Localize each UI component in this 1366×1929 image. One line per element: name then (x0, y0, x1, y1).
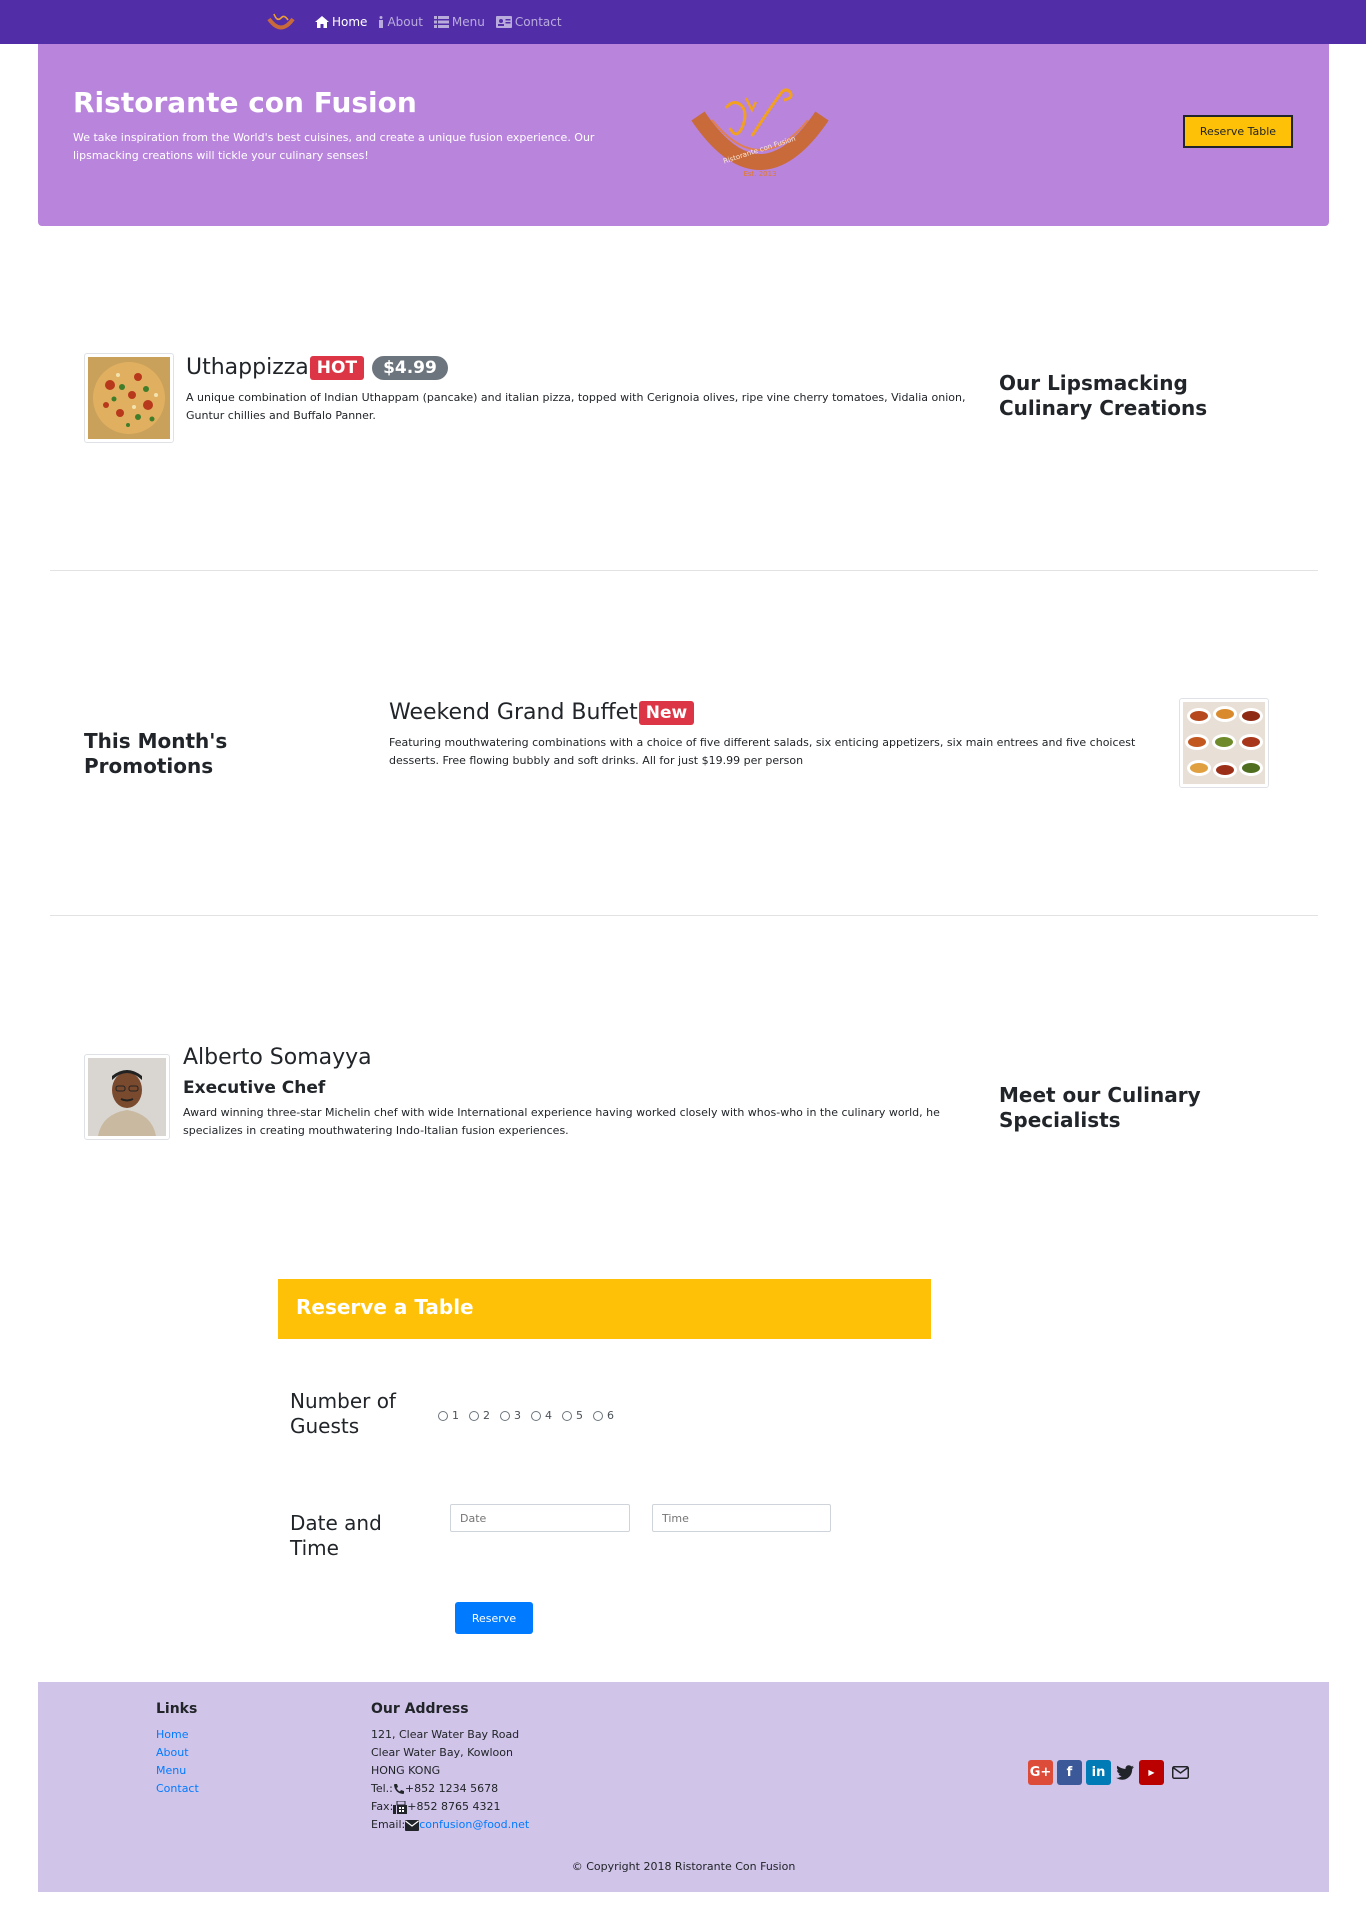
linkedin-icon[interactable]: in (1086, 1760, 1111, 1785)
facebook-icon[interactable]: f (1057, 1760, 1082, 1785)
info-icon (379, 16, 384, 28)
tel-label: Tel.: (371, 1782, 393, 1795)
footer-link-menu[interactable]: Menu (156, 1762, 199, 1780)
radio-circle-icon[interactable] (531, 1410, 541, 1421)
restaurant-logo: Ristorante con Fusion Est. 2013 (691, 88, 829, 178)
dish-title: Uthappizza HOT $4.99 (186, 355, 448, 380)
footer: Links Home About Menu Contact Our Addres… (38, 1682, 1329, 1892)
address-card-icon (495, 16, 512, 28)
buffet-image (1179, 698, 1269, 788)
email-label: Email: (371, 1818, 406, 1831)
dish-side-heading: Our Lipsmacking Culinary Creations (999, 371, 1208, 420)
guest-option-3: 3 (514, 1409, 521, 1422)
divider (50, 570, 1318, 571)
footer-link-contact[interactable]: Contact (156, 1780, 199, 1798)
tel-number: +852 1234 5678 (404, 1782, 499, 1795)
social-icons: G+ f in ▶ (1028, 1760, 1197, 1785)
leader-designation: Executive Chef (183, 1078, 326, 1098)
footer-links-heading: Links (156, 1701, 198, 1717)
guest-option-6: 6 (607, 1409, 614, 1422)
logo-icon[interactable] (266, 10, 296, 34)
guest-radio-5[interactable]: 5 (562, 1409, 583, 1422)
guest-radio-1[interactable]: 1 (438, 1409, 459, 1422)
leader-side-heading: Meet our Culinary Specialists (999, 1083, 1201, 1132)
address-line-3: HONG KONG (371, 1764, 441, 1777)
hot-badge: HOT (309, 355, 365, 380)
dish-description: A unique combination of Indian Uthappam … (186, 391, 966, 422)
nav-contact-label: Contact (514, 15, 562, 29)
promotion-side-heading: This Month's Promotions (84, 729, 228, 778)
nav-contact[interactable]: Contact (495, 15, 562, 29)
logo-est: Est. 2013 (743, 170, 776, 178)
fax-number: +852 8765 4321 (407, 1800, 501, 1813)
youtube-icon[interactable]: ▶ (1139, 1760, 1164, 1785)
footer-links: Home About Menu Contact (156, 1726, 199, 1798)
radio-circle-icon[interactable] (438, 1410, 448, 1421)
leader-description: Award winning three-star Michelin chef w… (183, 1106, 940, 1137)
chef-photo (84, 1054, 170, 1140)
footer-link-home[interactable]: Home (156, 1726, 199, 1744)
guest-radio-4[interactable]: 4 (531, 1409, 552, 1422)
guest-radio-2[interactable]: 2 (469, 1409, 490, 1422)
address-line-2: Clear Water Bay, Kowloon (371, 1746, 513, 1759)
copyright: © Copyright 2018 Ristorante Con Fusion (571, 1860, 796, 1873)
guest-option-5: 5 (576, 1409, 583, 1422)
leader-name: Alberto Somayya (183, 1045, 372, 1070)
leader-title: Alberto Somayya (183, 1045, 372, 1070)
new-badge: New (638, 700, 695, 725)
fax-icon (393, 1800, 408, 1814)
guests-label: Number of Guests (290, 1389, 396, 1438)
promotion-description: Featuring mouthwatering combinations wit… (389, 736, 1136, 767)
date-input[interactable] (450, 1504, 630, 1532)
phone-icon (393, 1784, 404, 1794)
footer-address: 121, Clear Water Bay Road Clear Water Ba… (371, 1726, 529, 1834)
radio-circle-icon[interactable] (562, 1410, 572, 1421)
promotion-name: Weekend Grand Buffet (389, 700, 638, 725)
guest-radio-3[interactable]: 3 (500, 1409, 521, 1422)
page-title: Ristorante con Fusion (73, 86, 417, 119)
guest-radio-6[interactable]: 6 (593, 1409, 614, 1422)
footer-link-about[interactable]: About (156, 1744, 199, 1762)
tel-row: Tel.: +852 1234 5678 (371, 1780, 529, 1798)
nav-home-label: Home (332, 15, 368, 29)
nav-about-label: About (387, 15, 423, 29)
address-line-1: 121, Clear Water Bay Road (371, 1728, 520, 1741)
google-plus-icon[interactable]: G+ (1028, 1760, 1053, 1785)
divider (50, 915, 1318, 916)
footer-address-heading: Our Address (371, 1701, 469, 1717)
price-badge: $4.99 (372, 355, 448, 380)
reserve-card-title: Reserve a Table (296, 1295, 474, 1319)
reserve-table-button[interactable]: Reserve Table (1183, 115, 1293, 148)
list-icon (433, 16, 449, 28)
time-input[interactable] (652, 1504, 831, 1532)
promotion-title: Weekend Grand Buffet New (389, 700, 695, 725)
radio-circle-icon[interactable] (500, 1410, 510, 1421)
nav-menu-label: Menu (451, 15, 485, 29)
envelope-icon (405, 1819, 420, 1831)
radio-circle-icon[interactable] (593, 1410, 603, 1421)
guests-radio-group: 1 2 3 4 5 6 (438, 1409, 624, 1422)
nav-about[interactable]: About (378, 15, 423, 29)
nav-menu[interactable]: Menu (433, 15, 485, 29)
uthappizza-image (84, 353, 174, 443)
email-row: Email: confusion@food.net (371, 1816, 529, 1834)
twitter-icon[interactable] (1115, 1760, 1135, 1785)
email-link[interactable]: confusion@food.net (419, 1816, 529, 1834)
home-icon (315, 16, 329, 28)
radio-circle-icon[interactable] (469, 1410, 479, 1421)
mail-icon[interactable] (1168, 1760, 1193, 1785)
datetime-label: Date and Time (290, 1511, 382, 1560)
guest-option-2: 2 (483, 1409, 490, 1422)
jumbotron: Ristorante con Fusion We take inspiratio… (38, 44, 1329, 226)
jumbotron-text: We take inspiration from the World's bes… (73, 131, 595, 162)
fax-label: Fax: (371, 1800, 394, 1813)
guest-option-1: 1 (452, 1409, 459, 1422)
navbar: Home About Menu Contact (0, 0, 1366, 44)
reserve-submit-button[interactable]: Reserve (455, 1602, 533, 1634)
reserve-card-header: Reserve a Table (278, 1279, 931, 1339)
fax-row: Fax: +852 8765 4321 (371, 1798, 529, 1816)
dish-name: Uthappizza (186, 355, 309, 380)
guest-option-4: 4 (545, 1409, 552, 1422)
nav-home[interactable]: Home (315, 15, 367, 29)
